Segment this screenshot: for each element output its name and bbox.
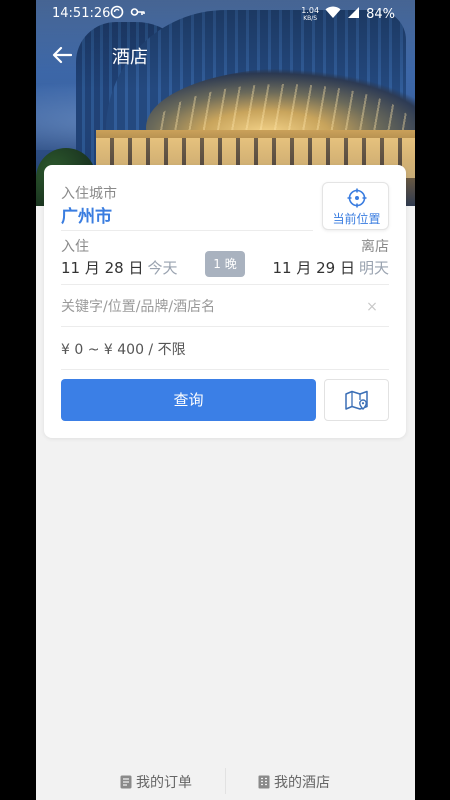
checkin-date-value: 11 月 28 日: [61, 259, 144, 277]
checkout-relative: 明天: [358, 259, 389, 277]
sync-icon: [110, 5, 124, 23]
price-range-selector[interactable]: ¥ 0 ~ ¥ 400 / 不限: [61, 339, 186, 359]
city-selector[interactable]: 广州市: [61, 202, 112, 227]
checkin-date[interactable]: 11 月 28 日今天: [61, 257, 178, 278]
hotel-search-screen: 14:51:26 1.04 KB/S 84% 酒店 入住城市 广州市 当前位置 …: [36, 0, 415, 800]
nights-badge: 1 晚: [205, 251, 245, 277]
building-icon: [258, 775, 270, 789]
crosshair-icon: [347, 188, 367, 208]
my-orders-button[interactable]: 我的订单: [120, 772, 192, 792]
page-title: 酒店: [112, 47, 148, 68]
checkout-label: 离店: [361, 239, 389, 255]
current-location-button[interactable]: 当前位置: [322, 182, 389, 230]
status-bar: 14:51:26 1.04 KB/S 84%: [36, 0, 415, 28]
bottom-bar: 我的订单 我的酒店: [36, 762, 415, 800]
clear-keyword-button[interactable]: ×: [360, 295, 384, 319]
status-right-group: 1.04 KB/S 84%: [301, 6, 395, 23]
network-speed-unit: KB/S: [303, 14, 318, 22]
checkout-date[interactable]: 11 月 29 日明天: [273, 257, 390, 278]
document-icon: [120, 775, 132, 789]
checkin-label: 入住: [61, 239, 89, 255]
current-location-label: 当前位置: [332, 212, 381, 226]
map-search-button[interactable]: [324, 379, 389, 421]
arrow-left-icon: [52, 46, 73, 64]
city-divider: [61, 230, 313, 231]
back-button[interactable]: [52, 44, 82, 72]
checkout-date-value: 11 月 29 日: [272, 259, 355, 277]
price-divider: [61, 369, 389, 370]
date-divider: [61, 284, 389, 285]
checkin-relative: 今天: [147, 259, 178, 277]
my-hotels-label: 我的酒店: [274, 775, 330, 791]
key-icon: [130, 5, 146, 23]
keyword-search-input[interactable]: [61, 293, 361, 321]
city-label: 入住城市: [61, 186, 117, 202]
battery-level: 84%: [366, 7, 395, 22]
signal-icon: [347, 6, 360, 23]
bottom-bar-divider: [225, 768, 226, 794]
map-pin-icon: [345, 390, 368, 411]
network-speed: 1.04 KB/S: [301, 5, 320, 23]
wifi-icon: [325, 6, 341, 23]
hotel-search-card: 入住城市 广州市 当前位置 入住 离店 11 月 28 日今天 1 晚 11 月…: [44, 165, 406, 438]
my-hotels-button[interactable]: 我的酒店: [258, 772, 330, 792]
search-button[interactable]: 查询: [61, 379, 316, 421]
status-time: 14:51:26: [52, 6, 111, 21]
keyword-divider: [61, 326, 389, 327]
my-orders-label: 我的订单: [136, 775, 192, 791]
network-speed-value: 1.04: [301, 5, 320, 15]
